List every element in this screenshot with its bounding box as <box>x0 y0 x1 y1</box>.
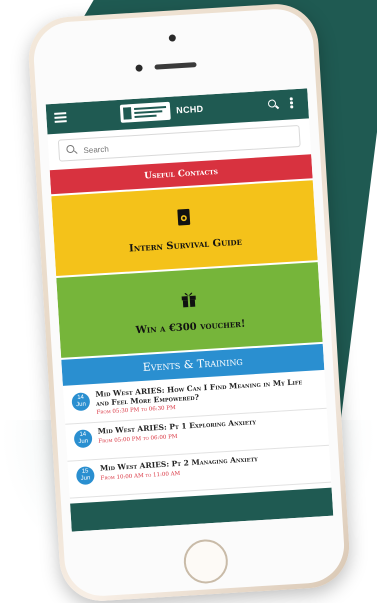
event-day: 14 <box>77 394 85 401</box>
more-vertical-icon[interactable] <box>289 97 294 109</box>
event-day: 14 <box>79 431 87 438</box>
event-time: From 05:00 PM to 06:00 PM <box>98 433 178 445</box>
event-time: From 10:00 AM to 11:00 AM <box>100 470 181 482</box>
app-screen: NCHD Useful Contacts Intern Survival Gui… <box>45 88 334 532</box>
book-icon <box>177 208 191 226</box>
gift-icon <box>181 292 196 308</box>
menu-icon[interactable] <box>54 112 67 123</box>
event-date-badge: 14 Jun <box>73 429 93 449</box>
search-input[interactable] <box>81 129 286 159</box>
intern-survival-guide-label: Intern Survival Guide <box>128 236 243 255</box>
voucher-label: Win a €300 voucher! <box>135 318 246 337</box>
voucher-tile[interactable]: Win a €300 voucher! <box>56 262 323 358</box>
event-day: 15 <box>81 468 89 475</box>
event-date-badge: 15 Jun <box>75 466 95 486</box>
phone-device: NCHD Useful Contacts Intern Survival Gui… <box>26 1 352 603</box>
event-month: Jun <box>76 401 87 409</box>
hse-logo <box>119 101 171 123</box>
event-month: Jun <box>78 438 89 446</box>
intern-survival-guide-tile[interactable]: Intern Survival Guide <box>51 180 318 277</box>
app-title: NCHD <box>175 103 204 116</box>
useful-contacts-label: Useful Contacts <box>143 166 219 182</box>
events-list: 14 Jun Mid West ARIES: How Can I Find Me… <box>62 371 332 499</box>
search-icon[interactable] <box>267 99 277 108</box>
event-month: Jun <box>80 475 91 482</box>
search-icon <box>66 144 75 154</box>
event-date-badge: 14 Jun <box>71 392 91 412</box>
events-training-label: Events & Training <box>142 354 244 374</box>
